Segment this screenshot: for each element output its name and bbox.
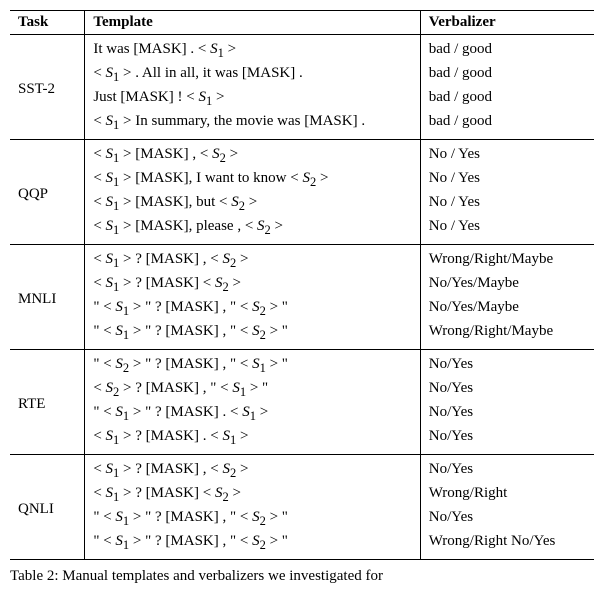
task-name: QQP [10,140,85,245]
verbalizer-cell: No / Yes [420,168,594,192]
verbalizer-cell: bad / good [420,35,594,64]
verbalizer-cell: No/Yes [420,426,594,455]
template-cell: < S1 > ? [MASK] < S2 > [85,273,420,297]
template-cell: It was [MASK] . < S1 > [85,35,420,64]
template-cell: " < S1 > " ? [MASK] , " < S2 > " [85,531,420,560]
verbalizer-cell: Wrong/Right/Maybe [420,245,594,274]
template-cell: < S1 > ? [MASK] < S2 > [85,483,420,507]
template-cell: " < S1 > " ? [MASK] , " < S2 > " [85,321,420,350]
template-cell: " < S2 > " ? [MASK] , " < S1 > " [85,350,420,379]
task-name: MNLI [10,245,85,350]
template-cell: < S1 > [MASK] , < S2 > [85,140,420,169]
verbalizer-cell: Wrong/Right No/Yes [420,531,594,560]
verbalizer-cell: No/Yes/Maybe [420,273,594,297]
task-name: SST-2 [10,35,85,140]
template-cell: " < S1 > " ? [MASK] , " < S2 > " [85,297,420,321]
header-template: Template [85,11,420,35]
template-cell: < S1 > . All in all, it was [MASK] . [85,63,420,87]
header-task: Task [10,11,85,35]
verbalizer-cell: No/Yes [420,402,594,426]
verbalizer-cell: No / Yes [420,216,594,245]
verbalizer-cell: bad / good [420,87,594,111]
template-cell: < S1 > [MASK], I want to know < S2 > [85,168,420,192]
verbalizer-cell: No/Yes [420,378,594,402]
template-cell: Just [MASK] ! < S1 > [85,87,420,111]
verbalizer-cell: No/Yes [420,455,594,484]
template-cell: < S1 > ? [MASK] , < S2 > [85,455,420,484]
task-name: RTE [10,350,85,455]
table-caption: Table 2: Manual templates and verbalizer… [10,560,594,585]
template-cell: < S1 > ? [MASK] . < S1 > [85,426,420,455]
header-verbalizer: Verbalizer [420,11,594,35]
template-cell: < S1 > ? [MASK] , < S2 > [85,245,420,274]
template-cell: " < S1 > " ? [MASK] , " < S2 > " [85,507,420,531]
verbalizer-cell: No/Yes [420,350,594,379]
task-name: QNLI [10,455,85,560]
verbalizer-cell: Wrong/Right [420,483,594,507]
template-cell: < S2 > ? [MASK] , " < S1 > " [85,378,420,402]
verbalizer-cell: bad / good [420,111,594,140]
verbalizer-cell: No/Yes/Maybe [420,297,594,321]
template-cell: < S1 > In summary, the movie was [MASK] … [85,111,420,140]
verbalizer-cell: Wrong/Right/Maybe [420,321,594,350]
templates-table: Task Template Verbalizer SST-2It was [MA… [10,10,594,560]
verbalizer-cell: No / Yes [420,192,594,216]
template-cell: < S1 > [MASK], please , < S2 > [85,216,420,245]
template-cell: < S1 > [MASK], but < S2 > [85,192,420,216]
verbalizer-cell: No/Yes [420,507,594,531]
verbalizer-cell: bad / good [420,63,594,87]
template-cell: " < S1 > " ? [MASK] . < S1 > [85,402,420,426]
verbalizer-cell: No / Yes [420,140,594,169]
